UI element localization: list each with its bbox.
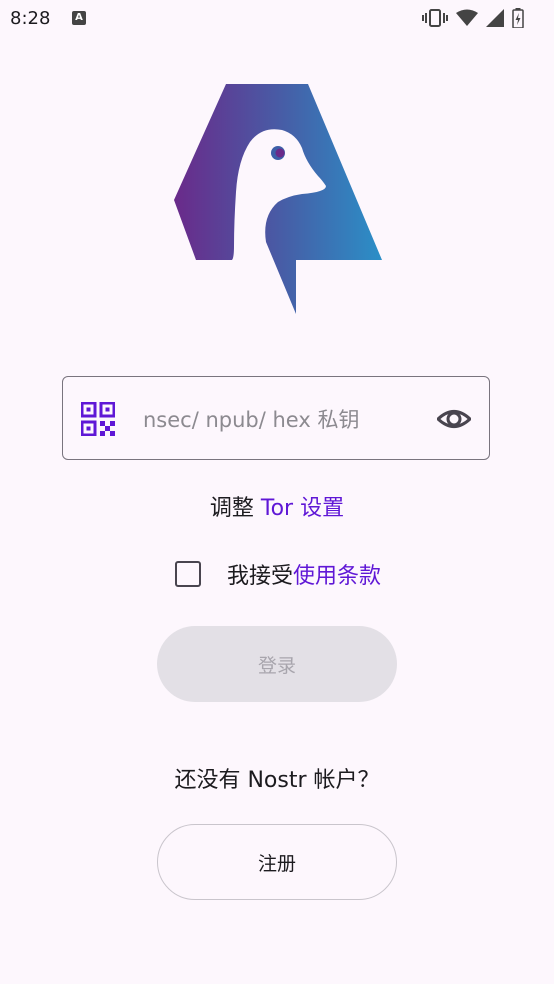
battery-icon	[512, 8, 524, 28]
status-bar: 8:28 A	[0, 0, 554, 38]
private-key-input[interactable]	[141, 399, 425, 441]
login-button[interactable]: 登录	[157, 626, 397, 702]
status-icons	[422, 8, 524, 28]
wifi-icon	[456, 9, 478, 26]
no-account-text: 还没有 Nostr 帐户？	[174, 768, 380, 793]
cellular-signal-icon	[486, 9, 504, 27]
terms-of-use-link[interactable]: 使用条款	[293, 558, 381, 590]
vibrate-icon	[422, 9, 448, 27]
private-key-field[interactable]	[62, 376, 490, 460]
app-notification-icon: A	[72, 11, 86, 25]
tor-settings-link[interactable]: Tor 设置	[261, 496, 344, 521]
app-logo	[174, 84, 382, 314]
eye-icon[interactable]	[437, 404, 471, 434]
tor-settings-prefix: 调整	[209, 496, 261, 521]
signup-button[interactable]: 注册	[157, 824, 397, 900]
terms-row: 我接受 使用条款	[175, 556, 381, 592]
terms-checkbox[interactable]	[175, 561, 201, 587]
terms-prefix: 我接受	[227, 564, 294, 589]
tor-settings-row: 调整 Tor 设置	[0, 490, 554, 522]
qr-code-icon[interactable]	[81, 402, 115, 436]
status-time: 8:28	[10, 8, 51, 29]
